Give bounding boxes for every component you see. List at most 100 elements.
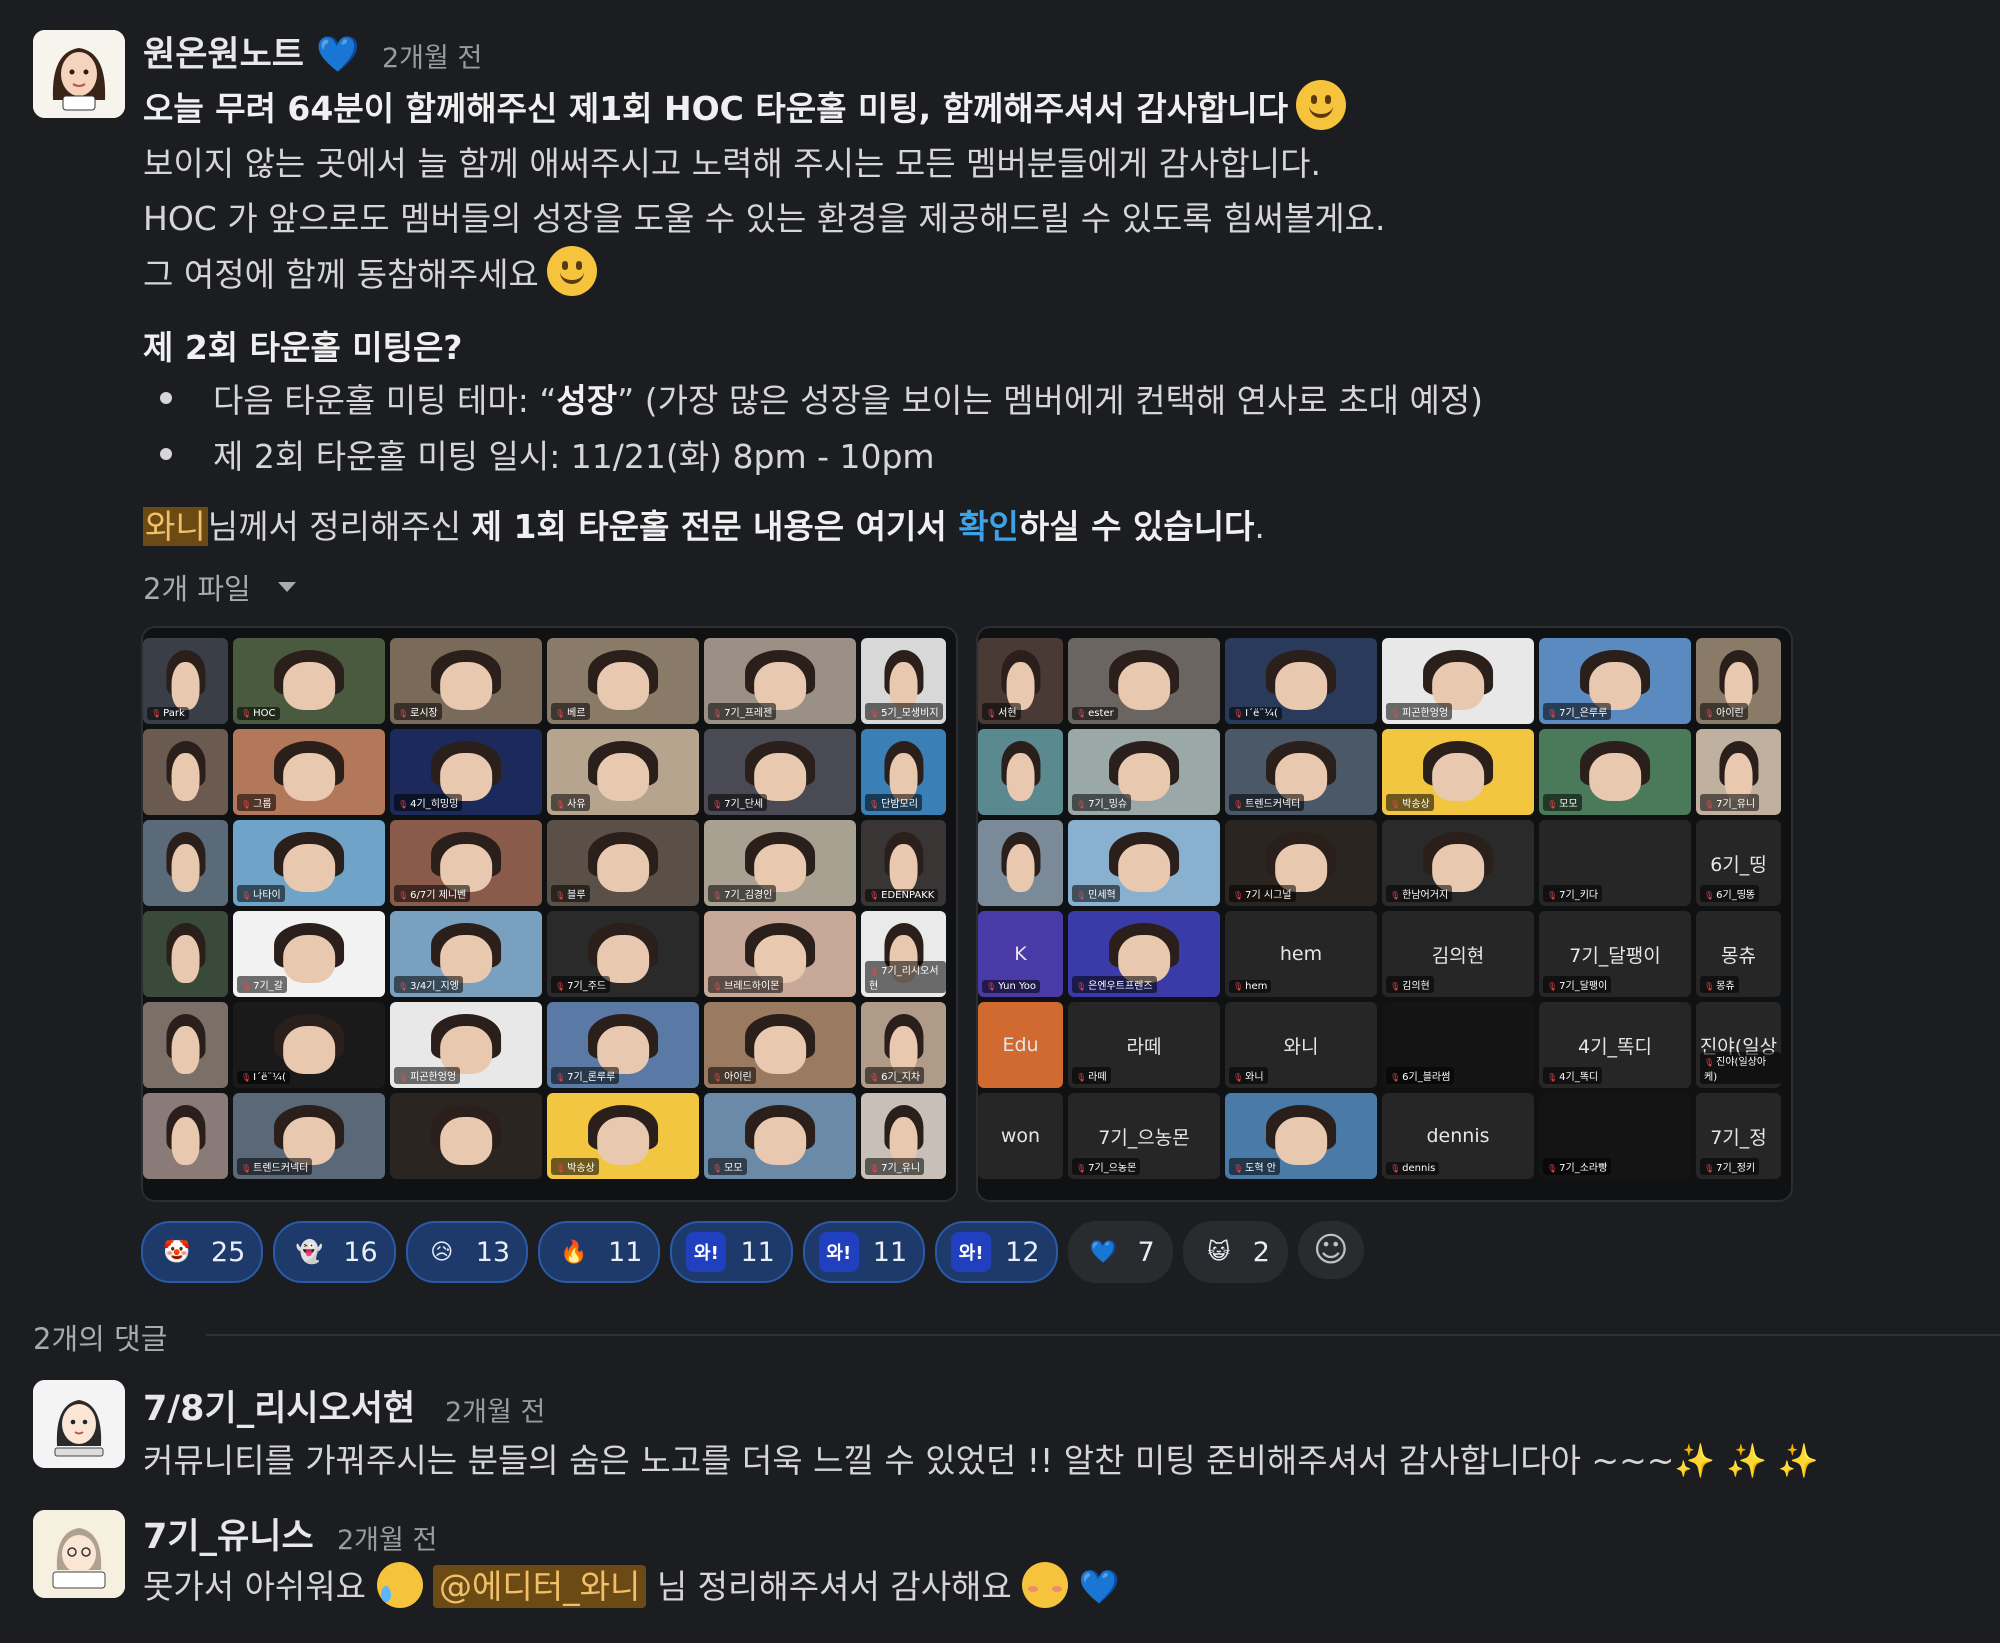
author-avatar[interactable]: [33, 30, 125, 118]
participant-tile: EDENPAKK: [861, 820, 946, 906]
participant-tile: dennis dennis: [1382, 1093, 1534, 1179]
character-icon: 😺: [1207, 1239, 1231, 1265]
bullet-item-theme: 다음 타운홀 미팅 테마: “성장” (가장 많은 성장을 보이는 멤버에게 컨…: [213, 374, 1483, 422]
participant-tile: 7기_달팽이 7기_달팽이: [1539, 911, 1691, 997]
face-paint-icon: 🤡: [163, 1239, 191, 1265]
bullet-theme-suffix: ” (가장 많은 성장을 보이는 멤버에게 컨택해 연사로 초대 예정): [617, 381, 1484, 420]
participant-tile: 한남어거지: [1382, 820, 1534, 906]
comment-text-2: 못가서 아쉬워요 @에디터_와니 님 정리해주셔서 감사해요 💙: [143, 1560, 1120, 1608]
participant-tile: [143, 729, 228, 815]
participant-label: 서현: [982, 703, 1021, 720]
reaction-pill[interactable]: 💙 7: [1067, 1221, 1173, 1283]
participant-label: 와니: [1229, 1067, 1268, 1084]
participant-label: 7기_정키: [1700, 1158, 1760, 1175]
participant-tile: Park: [143, 638, 228, 724]
participant-face: [171, 1117, 200, 1166]
summary-bold-2: 하실 수 있습니다: [1018, 507, 1255, 546]
mention-editor-wani[interactable]: @에디터_와니: [433, 1565, 647, 1608]
participant-label: 7기_달팽이: [1543, 976, 1612, 993]
post-timestamp[interactable]: 2개월 전: [382, 36, 482, 75]
participant-name: 7기_정: [1710, 1126, 1767, 1149]
participant-tile: 아이린: [704, 1002, 856, 1088]
participant-tile: 도혁 안: [1225, 1093, 1377, 1179]
participant-label: 7기_론루루: [551, 1067, 620, 1084]
author-name-text[interactable]: 원온원노트: [143, 35, 304, 75]
participant-tile: 피곤한엉엉: [390, 1002, 542, 1088]
participant-tile: 7기_은루루: [1539, 638, 1691, 724]
summary-link[interactable]: 확인: [958, 507, 1019, 546]
reaction-count: 11: [872, 1236, 908, 1268]
reaction-pill[interactable]: 와! 11: [802, 1221, 926, 1283]
participant-tile: 5기_모생비지: [861, 638, 946, 724]
participant-label: 몽츄: [1700, 976, 1739, 993]
fire-icon: 🔥: [560, 1239, 588, 1265]
add-reaction-icon[interactable]: ☺: [1297, 1221, 1364, 1279]
reaction-pill[interactable]: 😺 2: [1182, 1221, 1288, 1283]
participant-tile: 6기_띵 6기_띵똥: [1696, 820, 1781, 906]
participant-label: 4기_똑디: [1543, 1067, 1603, 1084]
participant-tile: 베르: [547, 638, 699, 724]
participant-tile: [143, 1002, 228, 1088]
post-headline-text: 오늘 무려 64분이 함께해주신 제1회 HOC 타운홀 미팅, 함께해주셔서 …: [143, 89, 1289, 128]
participant-label: hem: [1229, 980, 1272, 993]
participant-label: 진야(일상아케): [1700, 1052, 1781, 1084]
commenter-name-1[interactable]: 7/8기_리시오서현: [143, 1380, 415, 1431]
reaction-pill[interactable]: 🔥 11: [538, 1221, 661, 1283]
author-name[interactable]: 원온원노트 💙: [143, 26, 360, 77]
reaction-pill[interactable]: 👻 16: [273, 1221, 396, 1283]
caret-down-icon[interactable]: [278, 582, 296, 592]
participant-name: 와니: [1283, 1035, 1319, 1058]
participant-name: 7기_달팽이: [1569, 944, 1661, 967]
reaction-pill[interactable]: 😥 13: [405, 1221, 529, 1283]
bullet-item-date: 제 2회 타운홀 미팅 일시: 11/21(화) 8pm - 10pm: [213, 437, 935, 476]
participant-name: 7기_으농몬: [1098, 1126, 1190, 1149]
attachment-zoom-right[interactable]: 서현 ester I´ё¨¼(피곤한엉엉 7기_은루루 아이린 7기_밍슈 트렌드커넥터 박송…: [976, 626, 1793, 1202]
participant-label: 7기_은루루: [1543, 703, 1612, 720]
summary-mid: 님께서 정리해주신: [207, 507, 472, 546]
wa-text-faded-icon: 와!: [818, 1232, 859, 1272]
participant-tile: ester: [1068, 638, 1220, 724]
participant-tile: 라떼라떼: [1068, 1002, 1220, 1088]
reaction-pill[interactable]: 와! 12: [935, 1221, 1058, 1283]
commenter-avatar-2[interactable]: [33, 1510, 125, 1598]
participant-tile: [143, 911, 228, 997]
participant-face: [754, 1117, 806, 1166]
bullet-dot: [160, 448, 172, 460]
reaction-count: 7: [1137, 1236, 1155, 1268]
files-toggle[interactable]: 2개 파일: [143, 566, 251, 608]
participant-label: 모모: [708, 1158, 747, 1175]
participant-face: [283, 662, 335, 711]
reaction-pill[interactable]: 🤡 25: [141, 1221, 264, 1283]
participant-label: 7기_주드: [551, 976, 611, 993]
attachment-zoom-left[interactable]: Park HOC 로시장 베르 7기_프레젠 5기_모생비지그룹 4기_히밍밍 사유 7기_단세…: [141, 626, 958, 1202]
participant-tile: 서현: [978, 638, 1063, 724]
comment-timestamp-2[interactable]: 2개월 전: [337, 1518, 437, 1557]
mention-wani[interactable]: 와니: [143, 507, 208, 546]
participant-face: [1432, 753, 1484, 802]
reaction-count: 11: [608, 1236, 643, 1268]
participant-tile: 그룹: [233, 729, 385, 815]
reaction-pill[interactable]: 와! 11: [670, 1221, 793, 1283]
blue-heart-icon: 💙: [316, 35, 360, 75]
participant-face: [171, 662, 200, 711]
participant-label: 7기_김경인: [708, 885, 777, 902]
participant-face: [283, 1026, 335, 1075]
reaction-bar: 🤡 25 👻 16 😥 13 🔥 11 와! 11 와! 11 와! 12 💙 7 😺 2 ☺: [141, 1221, 1364, 1283]
commenter-name-2[interactable]: 7기_유니스: [143, 1508, 314, 1559]
participant-tile: [978, 729, 1063, 815]
wa-text-icon: 와!: [686, 1232, 727, 1272]
crying-face-icon: [376, 1562, 423, 1608]
participant-label: 7기_단세: [708, 794, 768, 811]
participant-face: [1118, 844, 1170, 893]
participant-face: [283, 935, 335, 984]
commenter-avatar-1[interactable]: [33, 1380, 125, 1468]
participant-label: 그룹: [237, 794, 276, 811]
post-headline: 오늘 무려 64분이 함께해주신 제1회 HOC 타운홀 미팅, 함께해주셔서 …: [143, 80, 1347, 130]
participant-face: [171, 753, 200, 802]
bullet-dot: [160, 392, 172, 404]
participant-tile: 트렌드커넥터: [233, 1093, 385, 1179]
comments-count[interactable]: 2개의 댓글: [33, 1316, 167, 1358]
participant-tile: 몽츄몽츄: [1696, 911, 1781, 997]
comment-timestamp-1[interactable]: 2개월 전: [445, 1390, 545, 1429]
comment-text-2-after: 님 정리해주셔서 감사해요: [656, 1567, 1012, 1606]
